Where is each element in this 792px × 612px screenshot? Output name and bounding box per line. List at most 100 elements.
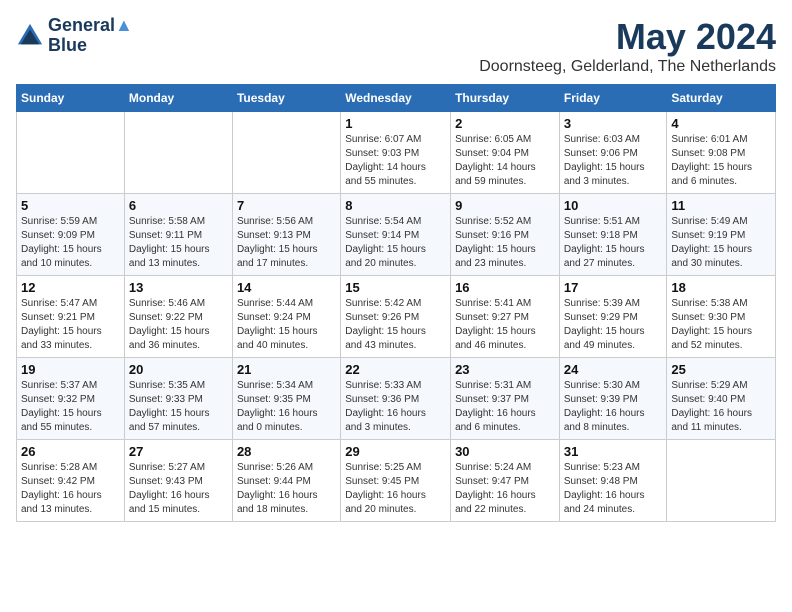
- day-info: Sunrise: 5:33 AMSunset: 9:36 PMDaylight:…: [345, 379, 446, 435]
- calendar-cell: 3 Sunrise: 6:03 AMSunset: 9:06 PMDaylight…: [559, 112, 667, 194]
- calendar-cell: [667, 440, 776, 522]
- day-number: 27: [129, 444, 228, 459]
- day-number: 11: [671, 198, 771, 213]
- day-info: Sunrise: 5:52 AMSunset: 9:16 PMDaylight:…: [455, 215, 555, 271]
- calendar-cell: 25 Sunrise: 5:29 AMSunset: 9:40 PMDayligh…: [667, 358, 776, 440]
- calendar-cell: [124, 112, 232, 194]
- day-number: 25: [671, 362, 771, 377]
- day-info: Sunrise: 5:28 AMSunset: 9:42 PMDaylight:…: [21, 461, 120, 517]
- day-number: 31: [564, 444, 663, 459]
- day-info: Sunrise: 5:38 AMSunset: 9:30 PMDaylight:…: [671, 297, 771, 353]
- day-info: Sunrise: 5:30 AMSunset: 9:39 PMDaylight:…: [564, 379, 663, 435]
- calendar-cell: 31 Sunrise: 5:23 AMSunset: 9:48 PMDayligh…: [559, 440, 667, 522]
- day-info: Sunrise: 5:29 AMSunset: 9:40 PMDaylight:…: [671, 379, 771, 435]
- calendar-week: 12 Sunrise: 5:47 AMSunset: 9:21 PMDayligh…: [17, 276, 776, 358]
- calendar-cell: 19 Sunrise: 5:37 AMSunset: 9:32 PMDayligh…: [17, 358, 125, 440]
- header-day: Saturday: [667, 85, 776, 112]
- day-number: 24: [564, 362, 663, 377]
- calendar-subtitle: Doornsteeg, Gelderland, The Netherlands: [479, 58, 776, 76]
- calendar-cell: 14 Sunrise: 5:44 AMSunset: 9:24 PMDayligh…: [232, 276, 340, 358]
- day-number: 17: [564, 280, 663, 295]
- day-info: Sunrise: 6:01 AMSunset: 9:08 PMDaylight:…: [671, 133, 771, 189]
- header-day: Monday: [124, 85, 232, 112]
- day-number: 29: [345, 444, 446, 459]
- calendar-cell: 13 Sunrise: 5:46 AMSunset: 9:22 PMDayligh…: [124, 276, 232, 358]
- header-day: Wednesday: [341, 85, 451, 112]
- day-number: 12: [21, 280, 120, 295]
- day-number: 23: [455, 362, 555, 377]
- day-info: Sunrise: 5:49 AMSunset: 9:19 PMDaylight:…: [671, 215, 771, 271]
- calendar-cell: 1 Sunrise: 6:07 AMSunset: 9:03 PMDaylight…: [341, 112, 451, 194]
- day-info: Sunrise: 6:07 AMSunset: 9:03 PMDaylight:…: [345, 133, 446, 189]
- calendar-title: May 2024: [479, 16, 776, 58]
- calendar-header: SundayMondayTuesdayWednesdayThursdayFrid…: [17, 85, 776, 112]
- calendar-cell: [232, 112, 340, 194]
- calendar-week: 1 Sunrise: 6:07 AMSunset: 9:03 PMDaylight…: [17, 112, 776, 194]
- day-number: 7: [237, 198, 336, 213]
- calendar-cell: 20Sunrise: 5:35 AMSunset: 9:33 PMDayligh…: [124, 358, 232, 440]
- day-info: Sunrise: 5:24 AMSunset: 9:47 PMDaylight:…: [455, 461, 555, 517]
- day-info: Sunrise: 5:42 AMSunset: 9:26 PMDaylight:…: [345, 297, 446, 353]
- header-day: Thursday: [451, 85, 560, 112]
- calendar-week: 5 Sunrise: 5:59 AMSunset: 9:09 PMDaylight…: [17, 194, 776, 276]
- calendar-cell: 11 Sunrise: 5:49 AMSunset: 9:19 PMDayligh…: [667, 194, 776, 276]
- day-number: 18: [671, 280, 771, 295]
- calendar-cell: 21 Sunrise: 5:34 AMSunset: 9:35 PMDayligh…: [232, 358, 340, 440]
- day-info: Sunrise: 5:56 AMSunset: 9:13 PMDaylight:…: [237, 215, 336, 271]
- calendar-cell: 18 Sunrise: 5:38 AMSunset: 9:30 PMDayligh…: [667, 276, 776, 358]
- day-number: 3: [564, 116, 663, 131]
- day-info: Sunrise: 5:39 AMSunset: 9:29 PMDaylight:…: [564, 297, 663, 353]
- calendar-cell: 27 Sunrise: 5:27 AMSunset: 9:43 PMDayligh…: [124, 440, 232, 522]
- calendar-cell: 5 Sunrise: 5:59 AMSunset: 9:09 PMDaylight…: [17, 194, 125, 276]
- day-info: Sunrise: 5:27 AMSunset: 9:43 PMDaylight:…: [129, 461, 228, 517]
- calendar-cell: 9 Sunrise: 5:52 AMSunset: 9:16 PMDaylight…: [451, 194, 560, 276]
- calendar-cell: 26 Sunrise: 5:28 AMSunset: 9:42 PMDayligh…: [17, 440, 125, 522]
- day-info: Sunrise: 6:03 AMSunset: 9:06 PMDaylight:…: [564, 133, 663, 189]
- calendar-body: 1 Sunrise: 6:07 AMSunset: 9:03 PMDaylight…: [17, 112, 776, 522]
- day-info: Sunrise: 5:26 AMSunset: 9:44 PMDaylight:…: [237, 461, 336, 517]
- day-number: 21: [237, 362, 336, 377]
- day-number: 6: [129, 198, 228, 213]
- day-number: 30: [455, 444, 555, 459]
- day-number: 13: [129, 280, 228, 295]
- day-number: 2: [455, 116, 555, 131]
- header-day: Sunday: [17, 85, 125, 112]
- calendar-cell: 2 Sunrise: 6:05 AMSunset: 9:04 PMDaylight…: [451, 112, 560, 194]
- day-number: 22: [345, 362, 446, 377]
- calendar-table: SundayMondayTuesdayWednesdayThursdayFrid…: [16, 84, 776, 522]
- day-info: Sunrise: 5:46 AMSunset: 9:22 PMDaylight:…: [129, 297, 228, 353]
- calendar-cell: 12 Sunrise: 5:47 AMSunset: 9:21 PMDayligh…: [17, 276, 125, 358]
- day-info: Sunrise: 5:44 AMSunset: 9:24 PMDaylight:…: [237, 297, 336, 353]
- day-number: 10: [564, 198, 663, 213]
- logo: General▲ Blue: [16, 16, 133, 56]
- header-row: SundayMondayTuesdayWednesdayThursdayFrid…: [17, 85, 776, 112]
- day-info: Sunrise: 6:05 AMSunset: 9:04 PMDaylight:…: [455, 133, 555, 189]
- day-info: Sunrise: 5:47 AMSunset: 9:21 PMDaylight:…: [21, 297, 120, 353]
- day-info: Sunrise: 5:59 AMSunset: 9:09 PMDaylight:…: [21, 215, 120, 271]
- day-info: Sunrise: 5:37 AMSunset: 9:32 PMDaylight:…: [21, 379, 120, 435]
- calendar-cell: 24 Sunrise: 5:30 AMSunset: 9:39 PMDayligh…: [559, 358, 667, 440]
- header-day: Friday: [559, 85, 667, 112]
- calendar-cell: 8Sunrise: 5:54 AMSunset: 9:14 PMDaylight…: [341, 194, 451, 276]
- calendar-cell: 22 Sunrise: 5:33 AMSunset: 9:36 PMDayligh…: [341, 358, 451, 440]
- day-info: Sunrise: 5:35 AMSunset: 9:33 PMDaylight:…: [129, 379, 228, 435]
- day-number: 19: [21, 362, 120, 377]
- day-info: Sunrise: 5:25 AMSunset: 9:45 PMDaylight:…: [345, 461, 446, 517]
- calendar-cell: 29 Sunrise: 5:25 AMSunset: 9:45 PMDayligh…: [341, 440, 451, 522]
- title-section: May 2024 Doornsteeg, Gelderland, The Net…: [479, 16, 776, 76]
- day-number: 1: [345, 116, 446, 131]
- day-info: Sunrise: 5:34 AMSunset: 9:35 PMDaylight:…: [237, 379, 336, 435]
- day-info: Sunrise: 5:31 AMSunset: 9:37 PMDaylight:…: [455, 379, 555, 435]
- day-info: Sunrise: 5:23 AMSunset: 9:48 PMDaylight:…: [564, 461, 663, 517]
- calendar-cell: 16Sunrise: 5:41 AMSunset: 9:27 PMDayligh…: [451, 276, 560, 358]
- day-number: 26: [21, 444, 120, 459]
- header: General▲ Blue May 2024 Doornsteeg, Gelde…: [16, 16, 776, 76]
- calendar-cell: 23 Sunrise: 5:31 AMSunset: 9:37 PMDayligh…: [451, 358, 560, 440]
- day-number: 14: [237, 280, 336, 295]
- calendar-cell: 10Sunrise: 5:51 AMSunset: 9:18 PMDayligh…: [559, 194, 667, 276]
- day-number: 15: [345, 280, 446, 295]
- day-number: 8: [345, 198, 446, 213]
- day-number: 9: [455, 198, 555, 213]
- day-number: 5: [21, 198, 120, 213]
- day-number: 16: [455, 280, 555, 295]
